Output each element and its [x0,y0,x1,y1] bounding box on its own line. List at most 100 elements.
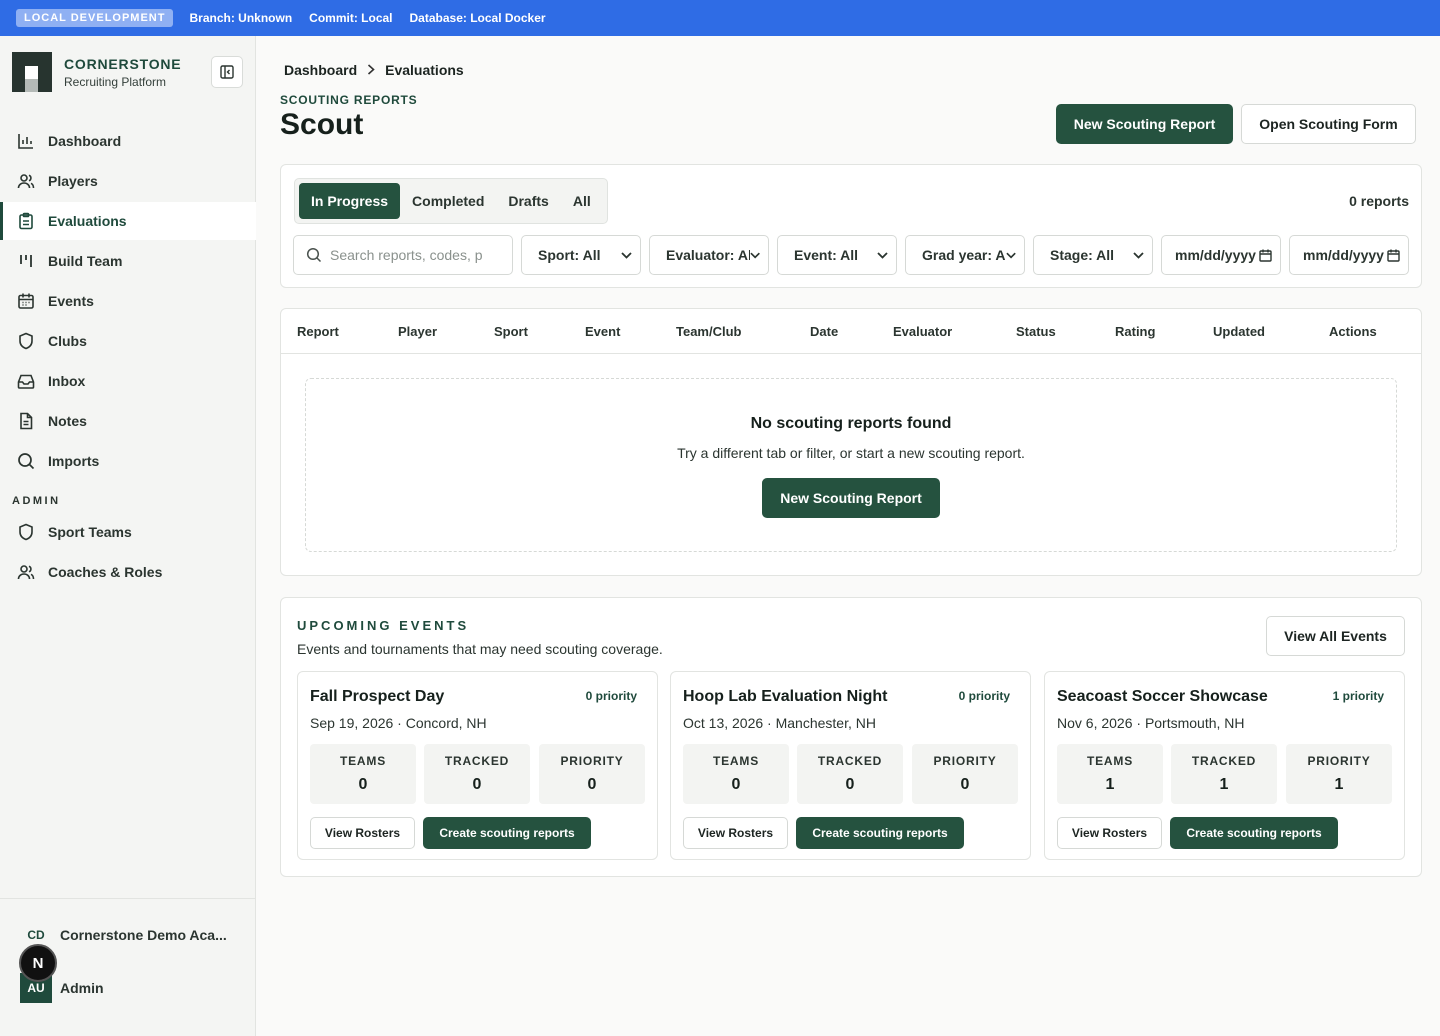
main-nav: Dashboard Players Evaluations Build Team… [0,122,256,593]
tab-in-progress[interactable]: In Progress [299,183,401,219]
stat-label: PRIORITY [1307,754,1371,768]
event-name: Fall Prospect Day [310,688,445,705]
table-header: Report Player Sport Event Team/Club Date… [281,309,1421,354]
column-header[interactable]: Rating [1115,324,1155,339]
sidebar-item-label: Evaluations [48,213,127,229]
select-value: Stage: All [1050,247,1115,263]
empty-state-title: No scouting reports found [750,415,952,432]
sidebar-item-clubs[interactable]: Clubs [0,322,256,360]
commit-info: Commit: Local [309,11,393,25]
sidebar-item-build-team[interactable]: Build Team [0,242,256,280]
sidebar-collapse-button[interactable] [211,56,243,88]
event-name: Seacoast Soccer Showcase [1057,688,1268,705]
sidebar-item-sport-teams[interactable]: Sport Teams [0,513,256,551]
sidebar-item-imports[interactable]: Imports [0,442,256,480]
chevron-down-icon [621,251,632,259]
clipboard-icon [17,212,35,230]
view-all-events-button[interactable]: View All Events [1266,616,1405,656]
create-scouting-reports-button[interactable]: Create scouting reports [423,817,591,849]
calendar-icon [1259,249,1272,262]
stat-value: 0 [358,776,368,793]
view-rosters-button[interactable]: View Rosters [1057,817,1162,849]
stat-value: 0 [960,776,970,793]
create-scouting-reports-button[interactable]: Create scouting reports [796,817,964,849]
new-scouting-report-button[interactable]: New Scouting Report [1056,104,1233,144]
stage-select[interactable]: Stage: All [1033,235,1153,275]
sidebar-item-label: Events [48,293,94,309]
stat-label: TEAMS [1087,754,1133,768]
column-header: Actions [1329,324,1377,339]
brand[interactable]: CORNERSTONE Recruiting Platform [12,52,181,92]
sidebar-item-events[interactable]: Events [0,282,256,320]
search-input[interactable] [330,247,500,263]
column-header[interactable]: Date [810,324,838,339]
tab-drafts[interactable]: Drafts [496,183,560,219]
stat-value: 1 [1105,776,1115,793]
sidebar-item-label: Coaches & Roles [48,564,163,580]
column-header[interactable]: Player [398,324,437,339]
select-value: Sport: All [538,247,601,263]
brand-logo [12,52,52,92]
sidebar-item-dashboard[interactable]: Dashboard [0,122,256,160]
stat-label: TRACKED [1191,754,1257,768]
tab-all[interactable]: All [561,183,603,219]
stat-label: PRIORITY [560,754,624,768]
user-name: Admin [60,980,104,996]
page-eyebrow: SCOUTING REPORTS [280,93,418,107]
tab-completed[interactable]: Completed [400,183,496,219]
search-icon [306,247,322,263]
breadcrumb-current: Evaluations [385,62,464,78]
create-scouting-reports-button[interactable]: Create scouting reports [1170,817,1338,849]
sidebar-item-label: Clubs [48,333,87,349]
users-icon [17,172,35,190]
start-date-input[interactable]: mm/dd/yyyy [1161,235,1281,275]
column-header[interactable]: Report [297,324,339,339]
sidebar-item-players[interactable]: Players [0,162,256,200]
column-header[interactable]: Evaluator [893,324,952,339]
column-header[interactable]: Updated [1213,324,1265,339]
view-rosters-button[interactable]: View Rosters [310,817,415,849]
date-placeholder: mm/dd/yyyy [1175,247,1256,263]
open-scouting-form-button[interactable]: Open Scouting Form [1241,104,1416,144]
column-header[interactable]: Event [585,324,620,339]
column-header[interactable]: Status [1016,324,1056,339]
end-date-input[interactable]: mm/dd/yyyy [1289,235,1409,275]
column-header[interactable]: Sport [494,324,528,339]
sidebar-item-evaluations[interactable]: Evaluations [0,202,256,240]
org-switcher[interactable]: CD Cornerstone Demo Aca... [20,927,226,943]
sidebar-item-coaches-roles[interactable]: Coaches & Roles [0,553,256,591]
event-select[interactable]: Event: All [777,235,897,275]
brand-name: CORNERSTONE [64,55,182,72]
brand-subtitle: Recruiting Platform [64,74,167,89]
stat-value: 1 [1334,776,1344,793]
breadcrumb-home[interactable]: Dashboard [284,62,357,78]
dev-environment-bar: LOCAL DEVELOPMENT Branch: Unknown Commit… [0,0,1440,36]
sidebar-footer: CD Cornerstone Demo Aca... AU Admin N [0,898,256,1036]
empty-new-report-button[interactable]: New Scouting Report [762,478,940,518]
event-card: Hoop Lab Evaluation Night 0 priority Oct… [670,671,1031,860]
select-value: Event: All [794,247,859,263]
page-title: Scout [280,108,364,141]
dev-tools-button[interactable]: N [19,944,57,982]
event-date-location: Sep 19, 2026 · Concord, NH [310,715,487,731]
sidebar-item-notes[interactable]: Notes [0,402,256,440]
org-initials: CD [27,928,45,942]
sidebar-item-label: Sport Teams [48,524,132,540]
column-header[interactable]: Team/Club [676,324,742,339]
stat-label: TEAMS [713,754,759,768]
stat-priority: PRIORITY 1 [1286,744,1392,804]
event-date-location: Oct 13, 2026 · Manchester, NH [683,715,876,731]
stat-label: TEAMS [340,754,386,768]
inbox-icon [17,372,35,390]
chevron-down-icon [1006,252,1016,259]
sidebar-item-inbox[interactable]: Inbox [0,362,256,400]
evaluator-select[interactable]: Evaluator: All [649,235,769,275]
stat-tracked: TRACKED 0 [424,744,530,804]
empty-state-subtitle: Try a different tab or filter, or start … [677,445,1025,461]
view-rosters-button[interactable]: View Rosters [683,817,788,849]
stat-teams: TEAMS 0 [310,744,416,804]
sport-select[interactable]: Sport: All [521,235,641,275]
grad-year-select[interactable]: Grad year: All [905,235,1025,275]
sidebar-item-label: Imports [48,453,100,469]
date-placeholder: mm/dd/yyyy [1303,247,1384,263]
